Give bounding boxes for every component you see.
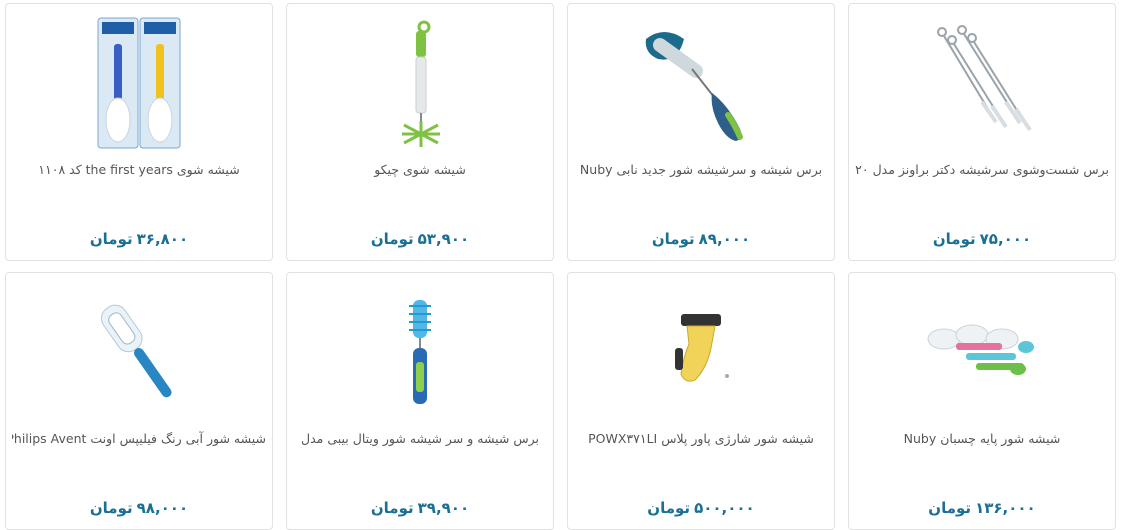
price-value: ۱۳۶,۰۰۰	[975, 499, 1036, 517]
product-title[interactable]: برس شیشه و سرشیشه شور جدید نابی Nuby	[574, 162, 828, 177]
price-value: ۵۳,۹۰۰	[417, 230, 470, 248]
product-price: ۳۶,۸۰۰تومان	[6, 230, 272, 248]
price-currency: تومان	[651, 230, 695, 248]
product-card[interactable]: شیشه شوی چیکو ۵۳,۹۰۰تومان	[286, 3, 554, 261]
blue-bottle-brush-icon[interactable]	[287, 283, 553, 423]
product-card[interactable]: شیشه شور پایه چسبان Nuby ۱۳۶,۰۰۰تومان	[848, 272, 1116, 530]
avent-bottle-brush-icon[interactable]	[6, 283, 272, 423]
product-card[interactable]: شیشه شور شارژی پاور پلاس POWX۳۷۱LI ۵۰۰,۰…	[567, 272, 835, 530]
product-price: ۱۳۶,۰۰۰تومان	[849, 499, 1115, 517]
price-value: ۳۶,۸۰۰	[136, 230, 189, 248]
product-title[interactable]: برس شیشه و سر شیشه شور ویتال بیبی مدل	[293, 431, 547, 446]
product-price: ۳۹,۹۰۰تومان	[287, 499, 553, 517]
product-title[interactable]: شیشه شور شارژی پاور پلاس POWX۳۷۱LI	[574, 431, 828, 446]
straw-cleaning-brushes-icon[interactable]	[849, 14, 1115, 154]
product-card[interactable]: برس شیشه و سرشیشه شور جدید نابی Nuby ۸۹,…	[567, 3, 835, 261]
price-value: ۵۰۰,۰۰۰	[694, 499, 755, 517]
product-grid: برس شست‌وشوی سرشیشه دکتر براونز مدل ۶۲۰ …	[0, 0, 1121, 530]
price-currency: تومان	[647, 499, 691, 517]
price-value: ۸۹,۰۰۰	[698, 230, 751, 248]
price-value: ۷۵,۰۰۰	[979, 230, 1032, 248]
price-currency: تومان	[89, 230, 133, 248]
price-currency: تومان	[932, 230, 976, 248]
sponge-bottle-brush-icon[interactable]	[568, 14, 834, 154]
packaged-bottle-brushes-icon[interactable]	[6, 14, 272, 154]
product-card[interactable]: شیشه شور آبی رنگ فیلیپس اونت Philips Ave…	[5, 272, 273, 530]
price-currency: تومان	[370, 230, 414, 248]
price-value: ۹۸,۰۰۰	[136, 499, 189, 517]
price-currency: تومان	[928, 499, 972, 517]
product-title[interactable]: شیشه شوی چیکو	[293, 162, 547, 177]
suction-base-brushes-icon[interactable]	[849, 283, 1115, 423]
product-price: ۵۰۰,۰۰۰تومان	[568, 499, 834, 517]
window-vacuum-icon[interactable]	[568, 283, 834, 423]
product-card[interactable]: برس شیشه و سر شیشه شور ویتال بیبی مدل ۳۹…	[286, 272, 554, 530]
product-title[interactable]: شیشه شور آبی رنگ فیلیپس اونت Philips Ave…	[12, 431, 266, 446]
product-price: ۷۵,۰۰۰تومان	[849, 230, 1115, 248]
price-currency: تومان	[370, 499, 414, 517]
product-title[interactable]: شیشه شوی the first years کد ۱۱۰۸	[12, 162, 266, 177]
product-card[interactable]: برس شست‌وشوی سرشیشه دکتر براونز مدل ۶۲۰ …	[848, 3, 1116, 261]
product-title[interactable]: برس شست‌وشوی سرشیشه دکتر براونز مدل ۶۲۰	[855, 162, 1109, 177]
price-value: ۳۹,۹۰۰	[417, 499, 470, 517]
product-title[interactable]: شیشه شور پایه چسبان Nuby	[855, 431, 1109, 446]
green-bottle-brush-icon[interactable]	[287, 14, 553, 154]
product-price: ۹۸,۰۰۰تومان	[6, 499, 272, 517]
price-currency: تومان	[89, 499, 133, 517]
product-card[interactable]: شیشه شوی the first years کد ۱۱۰۸ ۳۶,۸۰۰ت…	[5, 3, 273, 261]
product-price: ۸۹,۰۰۰تومان	[568, 230, 834, 248]
product-price: ۵۳,۹۰۰تومان	[287, 230, 553, 248]
